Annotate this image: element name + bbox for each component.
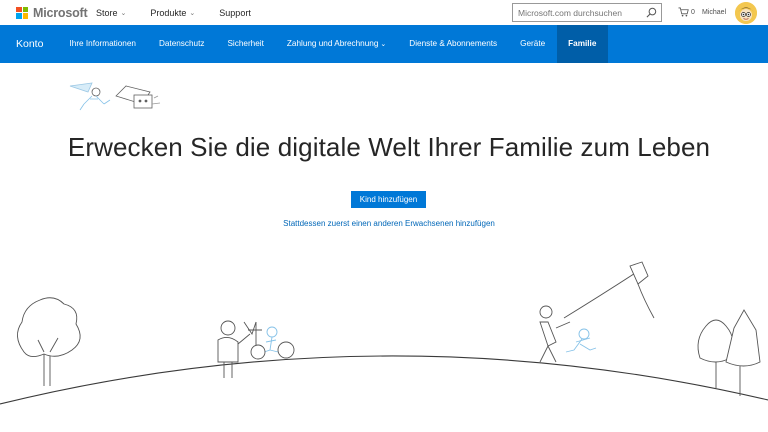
tab-label: Dienste & Abonnements (409, 39, 498, 48)
parent-with-child-icon (217, 320, 295, 378)
tab-dienste-abonnements[interactable]: Dienste & Abonnements (398, 25, 509, 63)
parent-with-kite-icon (539, 261, 655, 363)
flying-child-icon (69, 82, 111, 111)
chevron-down-icon: ⌄ (120, 9, 127, 17)
hill-outline (0, 355, 768, 405)
avatar[interactable] (735, 2, 757, 24)
flying-toy-icon (115, 85, 161, 109)
chevron-down-icon: ⌄ (380, 41, 387, 48)
tree-left-icon (17, 297, 81, 386)
tab-label: Geräte (520, 39, 546, 48)
tree-right-icon (697, 309, 761, 396)
search-input[interactable] (518, 6, 643, 19)
microsoft-logo[interactable]: Microsoft (16, 5, 88, 20)
tab-geraete[interactable]: Geräte (509, 25, 557, 63)
top-header: Microsoft Store⌄ Produkte⌄ Support 0 Mic… (0, 0, 768, 26)
nav-produkte-label: Produkte (150, 7, 187, 18)
account-title[interactable]: Konto (16, 25, 43, 63)
add-child-button[interactable]: Kind hinzufügen (351, 191, 426, 208)
account-nav-bar: Konto Ihre Informationen Datenschutz Sic… (0, 25, 768, 63)
tab-datenschutz[interactable]: Datenschutz (147, 25, 216, 63)
tab-zahlung-und-abrechnung[interactable]: Zahlung und Abrechnung ⌄ (275, 25, 397, 63)
top-nav: Store ⌄ Produkte ⌄ Support (96, 0, 275, 25)
search-icon[interactable] (646, 7, 657, 18)
family-illustration (0, 82, 768, 405)
tab-label: Zahlung und Abrechnung (286, 39, 379, 48)
tab-label: Sicherheit (227, 39, 264, 48)
chevron-down-icon: ⌄ (189, 9, 196, 17)
nav-store[interactable]: Store ⌄ (96, 8, 126, 18)
nav-support-label: Support (219, 7, 251, 18)
page-headline: Erwecken Sie die digitale Welt Ihrer Fam… (67, 132, 711, 162)
add-adult-link[interactable]: Stattdessen zuerst einen anderen Erwachs… (0, 219, 768, 228)
user-name[interactable]: Michael (702, 9, 726, 16)
cart-count: 0 (691, 8, 695, 16)
tab-familie[interactable]: Familie (556, 25, 608, 63)
brand-name: Microsoft (33, 5, 88, 20)
search-box (512, 3, 662, 22)
cart-button[interactable]: 0 (678, 7, 695, 17)
tab-sicherheit[interactable]: Sicherheit (216, 25, 275, 63)
tab-label: Familie (568, 39, 597, 48)
tab-label: Datenschutz (158, 39, 205, 48)
tab-ihre-informationen[interactable]: Ihre Informationen (58, 25, 147, 63)
nav-produkte[interactable]: Produkte ⌄ (150, 8, 195, 18)
account-tabs: Ihre Informationen Datenschutz Sicherhei… (58, 25, 608, 63)
nav-support[interactable]: Support (219, 8, 251, 18)
shopping-cart-icon (678, 7, 689, 17)
avatar-image (735, 2, 757, 24)
nav-store-label: Store (96, 7, 118, 18)
microsoft-logo-icon (16, 6, 28, 19)
tab-label: Ihre Informationen (69, 39, 136, 48)
